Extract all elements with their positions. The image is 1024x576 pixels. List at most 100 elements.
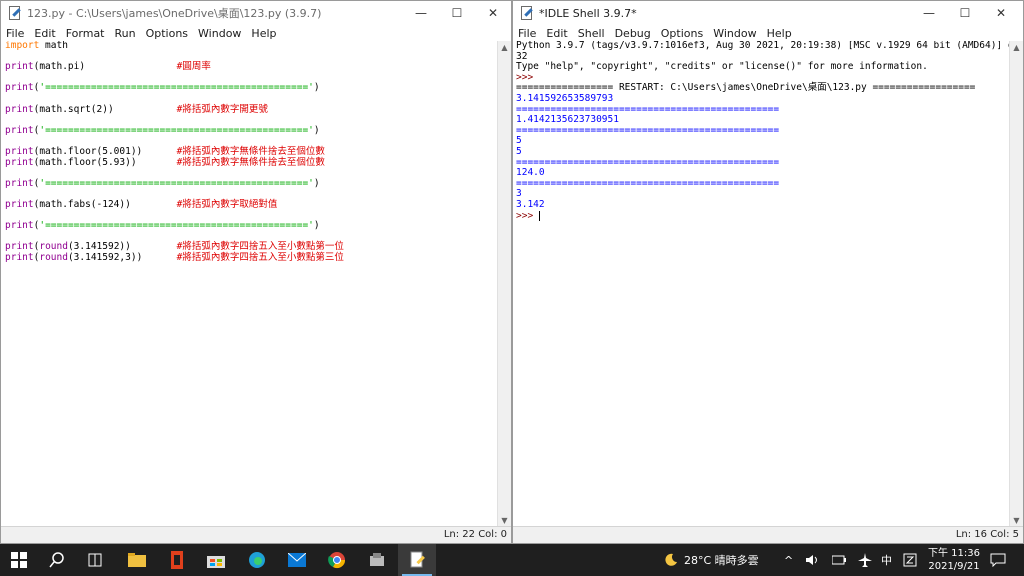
idle-taskbar-button[interactable] bbox=[398, 544, 436, 576]
start-button[interactable] bbox=[0, 544, 38, 576]
notification-button[interactable] bbox=[990, 544, 1006, 576]
app-button[interactable] bbox=[358, 544, 396, 576]
editor-window: 123.py - C:\Users\james\OneDrive\桌面\123.… bbox=[0, 0, 512, 544]
code-token: ) bbox=[313, 220, 320, 232]
shell-window: *IDLE Shell 3.9.7* — ☐ ✕ File Edit Shell De… bbox=[512, 0, 1024, 544]
code-line: print(math.floor(5.93)) #將括弧內數字無條件捨去至個位數 bbox=[5, 156, 497, 169]
store-icon bbox=[207, 556, 225, 568]
code-token: '=======================================… bbox=[39, 220, 314, 232]
edge-button[interactable] bbox=[238, 544, 276, 576]
editor-titlebar[interactable]: 123.py - C:\Users\james\OneDrive\桌面\123.… bbox=[1, 1, 511, 25]
chrome-button[interactable] bbox=[318, 544, 356, 576]
editor-menubar: File Edit Format Run Options Window Help bbox=[1, 25, 511, 41]
shell-vertical-scrollbar[interactable]: ▲ ▼ bbox=[1009, 41, 1023, 527]
moon-icon bbox=[665, 553, 677, 566]
shell-menu-edit[interactable]: Edit bbox=[541, 27, 572, 40]
search-button[interactable] bbox=[38, 544, 76, 576]
maximize-button[interactable]: ☐ bbox=[947, 1, 983, 25]
code-token: ) bbox=[313, 124, 320, 136]
scroll-up-icon[interactable]: ▲ bbox=[1010, 41, 1023, 54]
shell-menu-file[interactable]: File bbox=[513, 27, 541, 40]
shell-titlebar[interactable]: *IDLE Shell 3.9.7* — ☐ ✕ bbox=[513, 1, 1023, 25]
shell-menu-shell[interactable]: Shell bbox=[573, 27, 610, 40]
ime-mode-button[interactable] bbox=[903, 544, 917, 576]
editor-menu-help[interactable]: Help bbox=[246, 27, 281, 40]
mail-icon bbox=[288, 553, 306, 567]
code-token: ) bbox=[313, 82, 320, 94]
code-token: #圓周率 bbox=[176, 61, 211, 73]
speaker-icon bbox=[806, 555, 817, 565]
minimize-button[interactable]: — bbox=[911, 1, 947, 25]
close-button[interactable]: ✕ bbox=[983, 1, 1019, 25]
code-token: (3.141592)) bbox=[67, 241, 177, 253]
maximize-button[interactable]: ☐ bbox=[439, 1, 475, 25]
editor-vertical-scrollbar[interactable]: ▲ ▼ bbox=[497, 41, 511, 527]
code-token: round bbox=[39, 241, 68, 253]
code-token: print bbox=[5, 198, 34, 210]
code-line: print(math.fabs(-124)) #將括弧內數字取絕對值 bbox=[5, 198, 497, 211]
code-token: (3.141592,3)) bbox=[67, 251, 177, 263]
code-token: #將括弧內數字開更號 bbox=[176, 103, 268, 115]
network-button[interactable] bbox=[858, 544, 872, 576]
shell-line: 5 bbox=[516, 145, 522, 157]
ime-mode-icon bbox=[903, 553, 917, 567]
code-token: '=======================================… bbox=[39, 124, 314, 136]
shell-menubar: File Edit Shell Debug Options Window Help bbox=[513, 25, 1023, 41]
code-token: print bbox=[5, 61, 34, 73]
ime-indicator[interactable]: 中 bbox=[881, 544, 892, 576]
shell-prompt-line[interactable]: >>> bbox=[516, 210, 1009, 222]
editor-statusbar: Ln: 22 Col: 0 bbox=[1, 526, 511, 543]
shell-menu-debug[interactable]: Debug bbox=[610, 27, 656, 40]
code-line: print('=================================… bbox=[5, 220, 497, 232]
shell-statusbar: Ln: 16 Col: 5 bbox=[513, 526, 1023, 543]
code-line: print('=================================… bbox=[5, 124, 497, 137]
shell-menu-options[interactable]: Options bbox=[656, 27, 708, 40]
clock[interactable]: 下午 11:36 2021/9/21 bbox=[926, 547, 982, 573]
show-hidden-icons-button[interactable]: ^ bbox=[784, 544, 793, 576]
shell-line: Python 3.9.7 (tags/v3.9.7:1016ef3, Aug 3… bbox=[516, 41, 1009, 51]
editor-menu-edit[interactable]: Edit bbox=[29, 27, 60, 40]
editor-menu-options[interactable]: Options bbox=[141, 27, 193, 40]
idle-icon bbox=[410, 551, 425, 568]
code-token: (math.fabs(-124)) bbox=[33, 198, 177, 210]
folder-icon bbox=[128, 553, 146, 567]
edge-icon bbox=[249, 552, 265, 568]
clock-time: 下午 11:36 bbox=[928, 548, 980, 559]
chrome-icon bbox=[328, 552, 346, 569]
chevron-up-icon: ^ bbox=[784, 553, 794, 567]
code-token: ) bbox=[313, 177, 320, 189]
editor-menu-format[interactable]: Format bbox=[61, 27, 110, 40]
idle-app-icon bbox=[519, 6, 533, 20]
minimize-button[interactable]: — bbox=[403, 1, 439, 25]
editor-menu-run[interactable]: Run bbox=[110, 27, 141, 40]
mail-button[interactable] bbox=[278, 544, 316, 576]
code-token: #將括弧內數字取絕對值 bbox=[176, 198, 278, 210]
taskbar: 28°C 晴時多雲 ^ 中 下午 11:36 2021/9/21 bbox=[0, 544, 1024, 576]
task-view-button[interactable] bbox=[76, 544, 114, 576]
code-token: print bbox=[5, 124, 34, 136]
shell-menu-help[interactable]: Help bbox=[762, 27, 797, 40]
code-line: print('=================================… bbox=[5, 83, 497, 94]
editor-text-area[interactable]: import math print(math.pi) #圓周率 print('=… bbox=[3, 41, 497, 527]
editor-menu-window[interactable]: Window bbox=[193, 27, 246, 40]
microsoft-store-button[interactable] bbox=[197, 544, 235, 576]
scroll-up-icon[interactable]: ▲ bbox=[498, 41, 511, 54]
app-icon bbox=[370, 553, 384, 566]
volume-button[interactable] bbox=[806, 544, 820, 576]
office-button[interactable] bbox=[158, 544, 196, 576]
file-explorer-button[interactable] bbox=[118, 544, 156, 576]
code-token: print bbox=[5, 103, 34, 115]
shell-line: 5 bbox=[516, 135, 522, 147]
code-token: print bbox=[5, 156, 34, 168]
code-token: #將括弧內數字無條件捨去至個位數 bbox=[176, 145, 325, 157]
close-button[interactable]: ✕ bbox=[475, 1, 511, 25]
shell-line: 3.141592653589793 bbox=[516, 92, 614, 104]
shell-menu-window[interactable]: Window bbox=[708, 27, 761, 40]
code-line: print(math.sqrt(2)) #將括弧內數字開更號 bbox=[5, 103, 497, 116]
battery-button[interactable] bbox=[832, 544, 846, 576]
editor-menu-file[interactable]: File bbox=[1, 27, 29, 40]
weather-widget[interactable]: 28°C 晴時多雲 bbox=[664, 544, 759, 576]
windows-logo-icon bbox=[11, 552, 27, 568]
shell-title: *IDLE Shell 3.9.7* bbox=[539, 6, 637, 20]
shell-text-area[interactable]: Python 3.9.7 (tags/v3.9.7:1016ef3, Aug 3… bbox=[515, 41, 1009, 527]
